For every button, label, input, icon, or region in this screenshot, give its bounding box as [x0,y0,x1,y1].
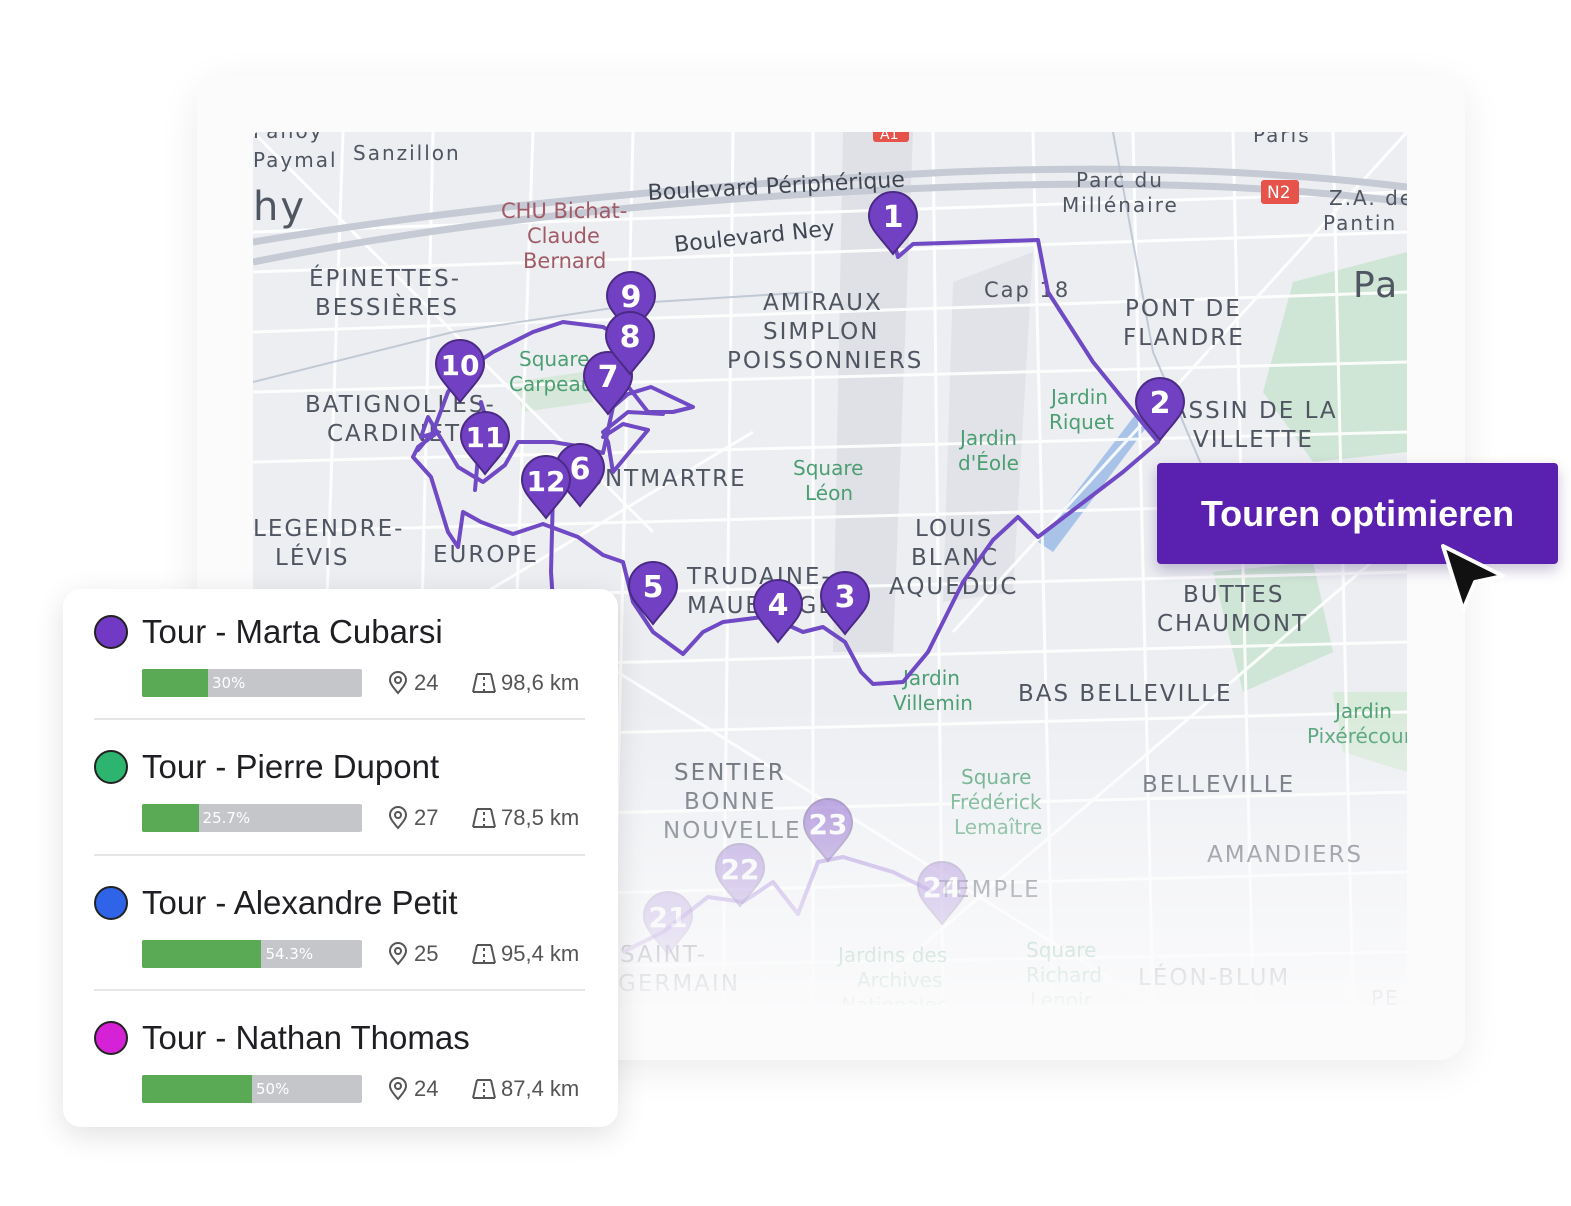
road-icon [472,944,496,964]
stop-marker-label: 5 [643,570,664,605]
tour-stops-count: 24 [414,670,439,695]
tour-stops-count: 25 [414,941,439,966]
map-label-parc-millenaire: Parc du Millénaire [1062,168,1179,217]
map-label-jardin-riquet: Jardin Riquet [1049,385,1114,434]
stop-marker-label: 24 [923,871,962,904]
tour-progress-label: 30% [212,674,246,692]
tour-progress-label: 54.3% [265,945,314,963]
stop-marker-label: 4 [768,588,789,623]
tour-distance: 78,5 km [471,802,579,834]
map-label-jardin-eole: Jardin d'Éole [958,426,1019,475]
tour-stops: 25 [388,938,438,970]
tour-color-dot [94,750,128,784]
mouse-cursor-icon [1441,544,1505,612]
map-label-amandiers: AMANDIERS [1207,842,1363,868]
tour-progress-label: 50% [256,1080,290,1098]
location-pin-icon [388,671,408,695]
divider [94,718,585,720]
tour-color-dot [94,886,128,920]
tour-item[interactable]: Tour - Alexandre Petit 54.3% 25 95,4 km [94,864,585,999]
map-label-leon-blum: LÉON-BLUM [1138,963,1290,991]
tour-name: Tour - Alexandre Petit [142,884,458,921]
tour-name: Tour - Nathan Thomas [142,1019,470,1056]
map-label-belleville: BELLEVILLE [1142,772,1295,798]
tour-progress-fill [142,804,199,832]
tour-item[interactable]: Tour - Pierre Dupont 25.7% 27 78,5 km [94,728,585,863]
road-icon [472,673,496,693]
tour-stops-count: 27 [414,805,439,830]
map-label-hy: hy [253,184,306,230]
stop-marker-label: 2 [1150,386,1171,421]
location-pin-icon [388,806,408,830]
road-badge-n2: N2 [1267,183,1291,203]
tour-distance-value: 87,4 km [501,1076,580,1101]
tour-stops: 27 [388,802,438,834]
tour-list-panel: Tour - Marta Cubarsi 30% 24 98,6 km Tour… [63,589,618,1127]
tour-distance: 87,4 km [471,1073,579,1105]
stop-marker-label: 11 [466,421,505,454]
tour-name: Tour - Pierre Dupont [142,748,440,785]
tour-progress-fill [142,669,208,697]
tour-progress-fill [142,940,262,968]
map-label-sanzillon: Sanzillon [353,141,461,165]
stop-marker-label: 12 [527,465,566,498]
stop-marker-label: 10 [441,349,480,382]
tour-stops: 24 [388,667,438,699]
stop-marker-label: 9 [621,280,642,315]
map-label-bas-belleville: BAS BELLEVILLE [1018,681,1233,707]
location-pin-icon [388,942,408,966]
map-label-za-pantin: Z.A. dePantin 2 [1323,186,1407,235]
tour-distance: 95,4 km [471,938,579,970]
stop-marker-label: 3 [835,580,856,615]
stop-marker-label: 8 [620,320,641,355]
location-pin-icon [388,1077,408,1101]
stop-marker-label: 21 [649,901,688,934]
road-icon [472,1079,496,1099]
stop-marker-label: 1 [883,200,904,235]
stop-marker-label: 23 [809,808,848,841]
map-label-pa: Pa [1353,265,1399,306]
tour-progress-fill [142,1075,252,1103]
tour-progress-bar: 25.7% [142,804,362,832]
tour-progress-bar: 54.3% [142,940,362,968]
map-label-cap18: Cap 18 [984,278,1070,302]
tour-distance-value: 98,6 km [501,670,580,695]
stop-marker-label: 7 [598,360,619,395]
tour-color-dot [94,615,128,649]
tour-color-dot [94,1021,128,1055]
tour-distance: 98,6 km [471,667,579,699]
tour-progress-label: 25.7% [202,809,251,827]
map-label-europe: EUROPE [433,542,539,568]
map-label-pe: PE [1371,986,1400,1005]
divider [94,854,585,856]
road-badge-a1: A1 [880,132,898,143]
tour-item[interactable]: Tour - Nathan Thomas 50% 24 87,4 km [94,999,585,1134]
map-label-square-richard: Square Richard Lenoir [1026,938,1102,1005]
divider [94,989,585,991]
map-label-paris-top: Paris [1253,132,1311,147]
tour-distance-value: 78,5 km [501,805,580,830]
tour-stops: 24 [388,1073,438,1105]
map-label-square-lemaitre: Square Frédérick Lemaître [950,765,1042,839]
tour-progress-bar: 30% [142,669,362,697]
road-icon [472,808,496,828]
tour-name: Tour - Marta Cubarsi [142,613,443,650]
stop-marker-label: 6 [570,452,591,487]
tour-stops-count: 24 [414,1076,439,1101]
stop-marker-label: 22 [721,853,760,886]
tour-progress-bar: 50% [142,1075,362,1103]
tour-distance-value: 95,4 km [501,941,580,966]
tour-item[interactable]: Tour - Marta Cubarsi 30% 24 98,6 km [94,593,585,728]
